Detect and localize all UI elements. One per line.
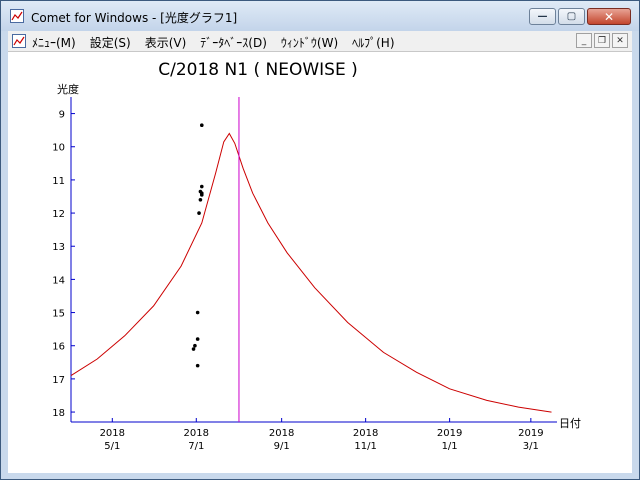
maximize-button[interactable]: ▢: [558, 8, 585, 25]
menu-item-window[interactable]: ｳｨﾝﾄﾞｳ(W): [281, 34, 338, 51]
predicted-curve: [70, 132, 552, 413]
menu-item-view[interactable]: 表示(V): [145, 34, 187, 51]
observation-point: [197, 211, 201, 215]
menu-item-settings[interactable]: 設定(S): [90, 34, 131, 51]
menu-bar: ﾒﾆｭｰ(M) 設定(S) 表示(V) ﾃﾞｰﾀﾍﾞｰｽ(D) ｳｨﾝﾄﾞｳ(W…: [8, 31, 632, 52]
x-tick-date: 1/1: [442, 441, 458, 452]
y-tick-label: 18: [52, 408, 65, 419]
y-tick-label: 13: [52, 242, 65, 253]
x-axis-label: 日付: [559, 417, 581, 430]
observation-point: [195, 310, 200, 315]
minimize-icon: —: [537, 11, 548, 22]
close-button[interactable]: ✕: [587, 8, 631, 25]
x-tick-year: 2018: [184, 428, 209, 439]
brightness-chart: C/2018 N1 ( NEOWISE ) 光度 日付 9 10 11 12 13 14 1…: [52, 60, 581, 452]
predicted-curve-line: [70, 132, 552, 413]
y-tick-label: 11: [52, 176, 65, 187]
app-window: Comet for Windows - [光度グラフ1] — ▢ ✕ ﾒﾆｭｰ(…: [0, 0, 640, 480]
observation-point: [193, 343, 197, 348]
observation-point: [199, 123, 204, 127]
y-tick-label: 9: [59, 110, 65, 121]
observation-point: [195, 363, 200, 368]
y-tick-label: 10: [52, 143, 65, 154]
maximize-icon: ▢: [566, 11, 577, 22]
menu-item-help[interactable]: ﾍﾙﾌﾟ(H): [352, 34, 394, 51]
document-icon[interactable]: [12, 34, 26, 48]
observation-point: [199, 184, 204, 189]
graph-area: C/2018 N1 ( NEOWISE ) 光度 日付 9 10 11 12 13 14 1…: [8, 52, 632, 473]
menu-item-database[interactable]: ﾃﾞｰﾀﾍﾞｰｽ(D): [200, 34, 267, 51]
y-tick-label: 14: [52, 275, 65, 286]
x-tick-year: 2018: [269, 428, 294, 439]
x-tick-year: 2018: [100, 428, 125, 439]
title-bar[interactable]: Comet for Windows - [光度グラフ1] — ▢ ✕: [1, 1, 639, 31]
axes: [70, 97, 557, 423]
x-tick-date: 11/1: [354, 441, 376, 452]
menu-items: ﾒﾆｭｰ(M) 設定(S) 表示(V) ﾃﾞｰﾀﾍﾞｰｽ(D) ｳｨﾝﾄﾞｳ(W…: [32, 34, 409, 51]
window-title: Comet for Windows - [光度グラフ1]: [31, 11, 238, 25]
app-icon: [10, 9, 24, 23]
minimize-button[interactable]: —: [529, 8, 556, 25]
x-tick-year: 2019: [518, 428, 543, 439]
y-tick-label: 12: [52, 209, 65, 220]
observation-point: [191, 347, 196, 351]
y-tick-label: 16: [52, 342, 65, 353]
y-axis-label: 光度: [57, 82, 79, 96]
menu-item-menu[interactable]: ﾒﾆｭｰ(M): [32, 34, 76, 51]
y-ticks: 9 10 11 12 13 14 15 16 17 18: [52, 110, 75, 419]
y-tick-label: 17: [52, 375, 65, 386]
x-ticks: 2018 5/1 2018 7/1 2018 9/1 2018 11/1 2019 1/1 2019…: [100, 418, 544, 452]
x-tick-year: 2019: [437, 428, 462, 439]
observation-point: [195, 337, 200, 341]
x-tick-date: 5/1: [104, 441, 120, 452]
mdi-close-button[interactable]: ✕: [612, 33, 628, 48]
x-tick-date: 3/1: [523, 441, 539, 452]
y-tick-label: 15: [52, 309, 65, 320]
mdi-restore-button[interactable]: ❐: [594, 33, 610, 48]
x-tick-date: 7/1: [188, 441, 204, 452]
x-tick-date: 9/1: [274, 441, 290, 452]
close-icon: ✕: [603, 9, 615, 24]
x-tick-year: 2018: [353, 428, 378, 439]
observation-point: [198, 198, 203, 202]
observations: [191, 123, 204, 368]
caption-buttons: — ▢ ✕: [529, 8, 631, 25]
observation-point: [199, 193, 204, 197]
chart-title: C/2018 N1 ( NEOWISE ): [158, 60, 357, 80]
mdi-buttons: _ ❐ ✕: [576, 33, 628, 48]
mdi-minimize-button[interactable]: _: [576, 33, 592, 48]
